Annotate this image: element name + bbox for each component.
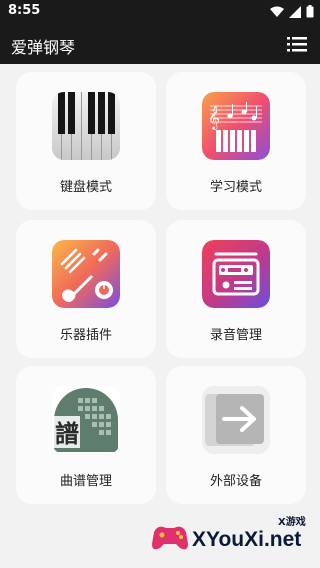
score-management-label: 曲谱管理	[59, 474, 112, 489]
watermark-tag: X游戏	[278, 517, 306, 528]
instrument-plugin-label: 乐器插件	[59, 328, 112, 343]
learning-mode-label: 学习模式	[209, 180, 262, 195]
status-bar: 8:55	[0, 0, 320, 24]
radio-recorder-icon	[202, 240, 270, 308]
score-management-tile[interactable]: 譜 曲谱管理	[16, 366, 156, 504]
watermark-brand: XYouXi.net	[192, 528, 302, 551]
game-controller-logo-icon	[152, 526, 188, 550]
status-icons	[270, 5, 314, 18]
external-device-arrow-icon	[202, 386, 270, 454]
wifi-icon	[270, 6, 284, 17]
keyboard-mode-tile[interactable]: 键盘模式	[16, 72, 156, 210]
recording-management-label: 录音管理	[209, 328, 262, 343]
menu-button[interactable]	[286, 34, 308, 54]
app-bar: 爱弹钢琴	[0, 24, 320, 64]
watermark: X游戏 XYouXi.net	[150, 510, 318, 566]
instrument-plugin-icon	[52, 240, 120, 308]
external-device-label: 外部设备	[209, 474, 262, 489]
recording-management-tile[interactable]: 录音管理	[166, 220, 306, 358]
svg-text:𝄞: 𝄞	[208, 105, 220, 130]
learning-mode-tile[interactable]: 𝄞 学习模式	[166, 72, 306, 210]
instrument-plugin-tile[interactable]: 乐器插件	[16, 220, 156, 358]
list-menu-icon	[287, 37, 307, 52]
external-device-tile[interactable]: 外部设备	[166, 366, 306, 504]
piano-keyboard-icon	[52, 92, 120, 160]
battery-icon	[306, 5, 314, 18]
status-time: 8:55	[8, 3, 41, 18]
signal-icon	[289, 5, 301, 18]
keyboard-mode-label: 键盘模式	[59, 180, 112, 195]
music-score-piano-icon: 𝄞	[202, 92, 270, 160]
mode-grid: 键盘模式 𝄞 学习模式 乐器插件 录音管理 譜 曲谱管理 外部设备	[0, 64, 320, 568]
app-title: 爱弹钢琴	[11, 38, 76, 57]
score-book-icon: 譜	[52, 386, 120, 454]
svg-text:譜: 譜	[55, 419, 79, 448]
